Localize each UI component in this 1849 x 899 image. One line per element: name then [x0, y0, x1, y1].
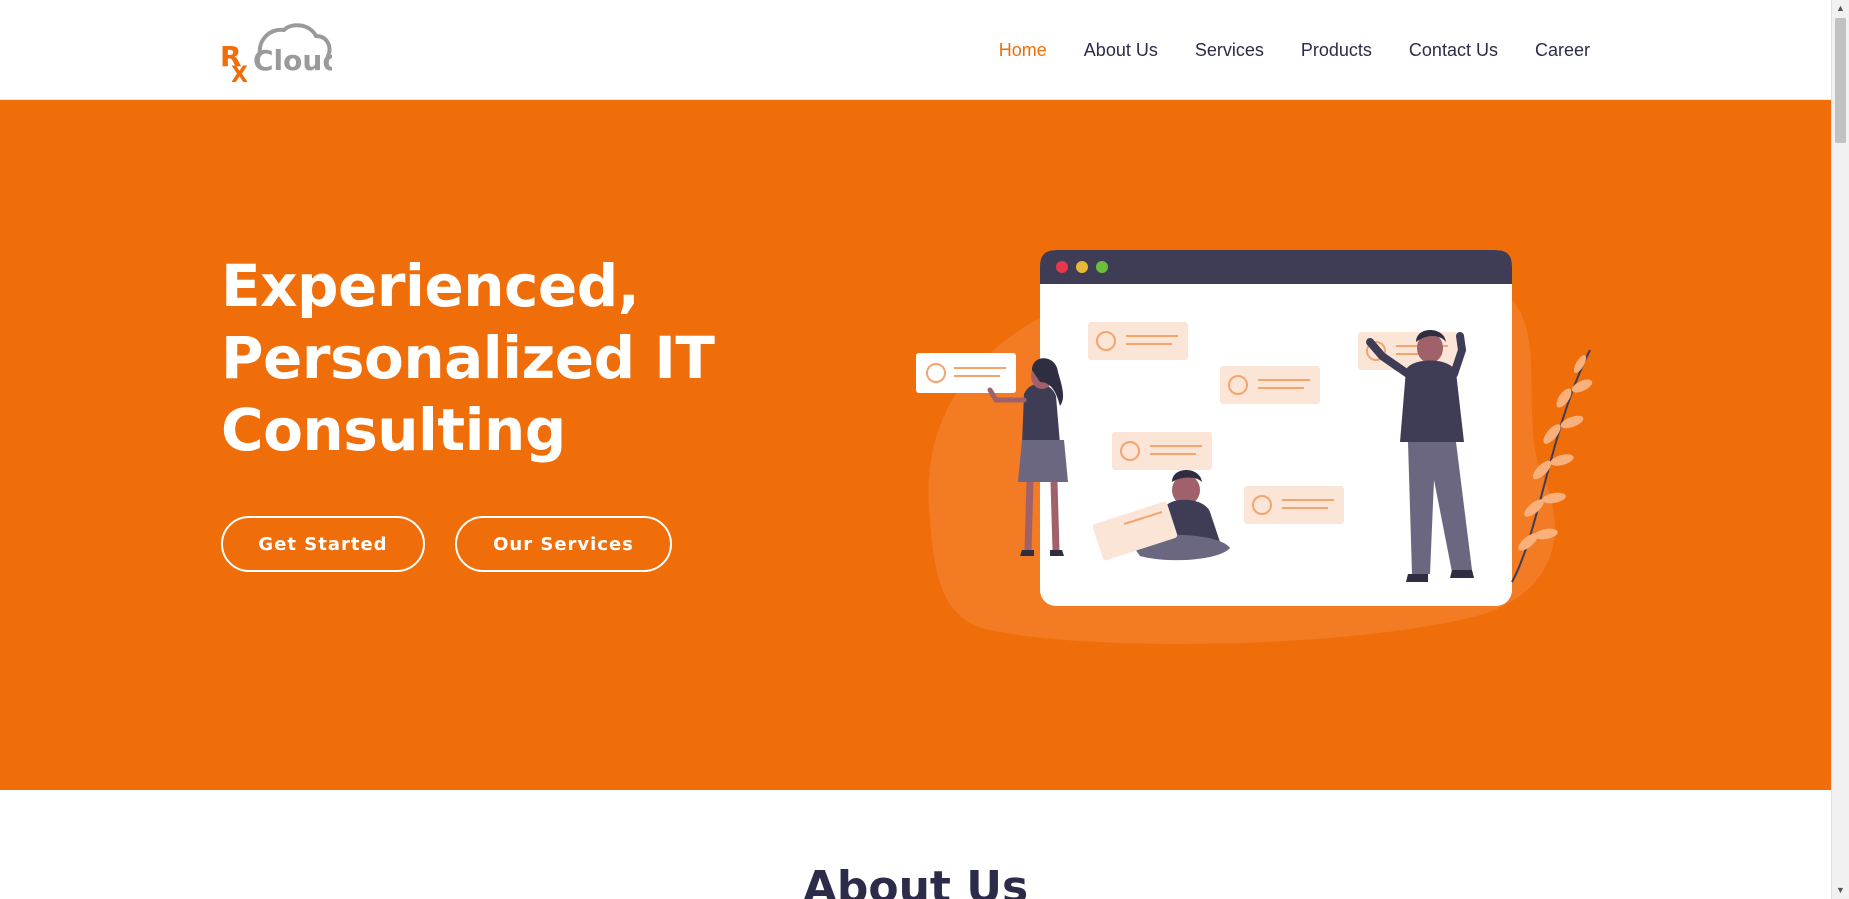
hero-title-line: Consulting	[221, 396, 566, 464]
page-scrollbar[interactable]: ▲ ▼	[1831, 0, 1849, 899]
get-started-button[interactable]: Get Started	[221, 516, 425, 572]
hero-title-line: Personalized IT	[221, 324, 715, 392]
about-us-heading: About Us	[802, 862, 1029, 899]
rxcloud-logo[interactable]: R X Cloud	[220, 20, 342, 88]
scroll-up-arrow-icon[interactable]: ▲	[1832, 0, 1849, 17]
hero-title-line: Experienced,	[221, 252, 640, 320]
nav-about-us[interactable]: About Us	[1084, 40, 1158, 61]
page: R X Cloud Home About Us Services Product…	[0, 0, 1849, 899]
nav-contact-us[interactable]: Contact Us	[1409, 40, 1498, 61]
our-services-button[interactable]: Our Services	[455, 516, 672, 572]
scrollbar-thumb[interactable]	[1835, 18, 1846, 143]
scroll-down-arrow-icon[interactable]: ▼	[1832, 882, 1849, 899]
svg-text:X: X	[231, 63, 248, 84]
nav-services[interactable]: Services	[1195, 40, 1264, 61]
main-nav: Home About Us Services Products Contact …	[962, 0, 1590, 100]
cloud-logo-icon: R X Cloud	[220, 23, 342, 88]
hero-section: Experienced, Personalized IT Consulting …	[0, 100, 1831, 790]
team-collaboration-illustration	[916, 250, 1593, 644]
nav-career[interactable]: Career	[1535, 40, 1590, 61]
site-header: R X Cloud Home About Us Services Product…	[0, 0, 1831, 100]
nav-home[interactable]: Home	[999, 40, 1047, 61]
hero-title: Experienced, Personalized IT Consulting	[221, 250, 781, 466]
nav-products[interactable]: Products	[1301, 40, 1372, 61]
svg-text:Cloud: Cloud	[253, 44, 332, 77]
